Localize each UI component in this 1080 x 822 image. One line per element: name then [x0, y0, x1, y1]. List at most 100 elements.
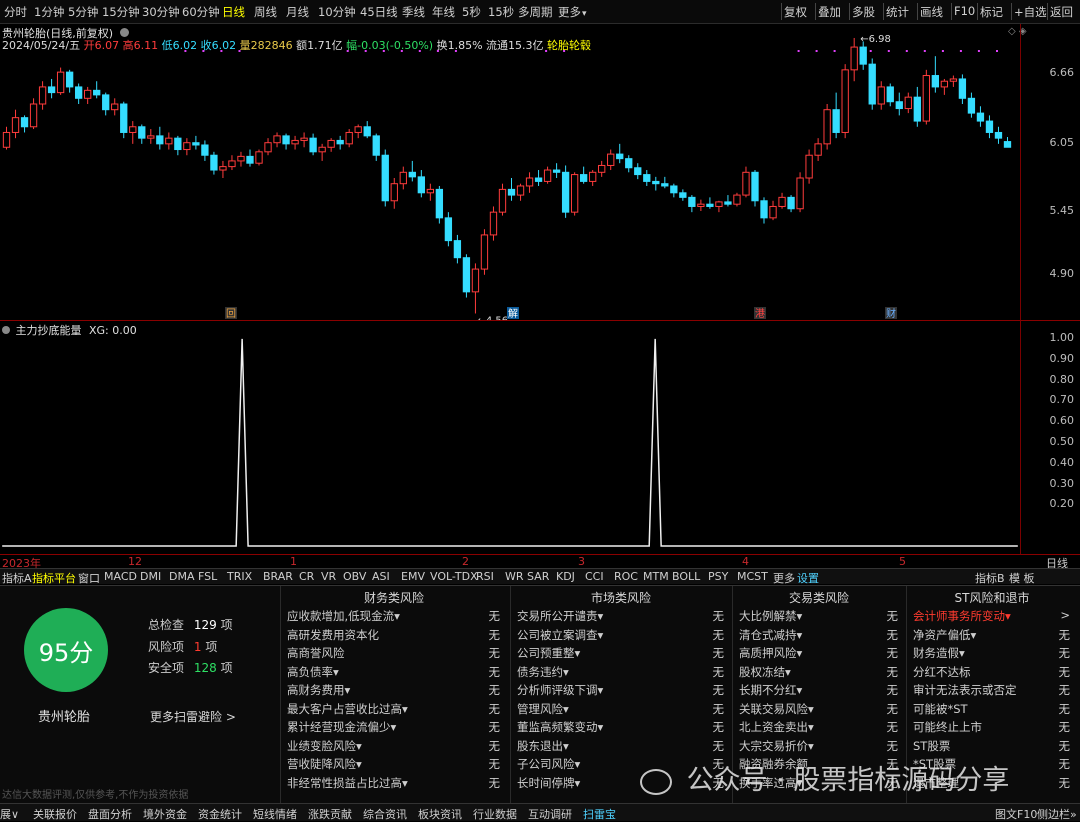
scan-item[interactable]: 公司预重整▾ [517, 645, 580, 661]
scan-item[interactable]: 清仓式减持▾ [739, 627, 802, 643]
bottom-tab-7[interactable]: 综合资讯 [363, 806, 407, 822]
indicator-tab-rsi[interactable]: RSI [476, 570, 494, 583]
bottom-tab-0[interactable]: 展∨ [0, 806, 19, 822]
period-10[interactable]: 45日线 [360, 4, 398, 20]
bottom-tab-10[interactable]: 互动调研 [528, 806, 572, 822]
period-4[interactable]: 30分钟 [142, 4, 180, 20]
indicator-tab-right-1[interactable]: 模 板 [1009, 570, 1035, 586]
indicator-tab-kdj[interactable]: KDJ [556, 570, 575, 583]
scan-item[interactable]: 高商誉风险 [287, 645, 345, 661]
scan-item[interactable]: 高财务费用▾ [287, 682, 350, 698]
indicator-tab-设置[interactable]: 设置 [797, 570, 819, 586]
bottom-tab-5[interactable]: 短线情绪 [253, 806, 297, 822]
toolbar-button-6[interactable]: 标记 [980, 4, 1003, 20]
scan-item[interactable]: 股东退出▾ [517, 738, 569, 754]
indicator-tab-psy[interactable]: PSY [708, 570, 728, 583]
scan-item[interactable]: 可能终止上市 [913, 719, 982, 735]
indicator-tab-指标平台[interactable]: 指标平台 [32, 570, 76, 586]
scan-item[interactable]: 债务违约▾ [517, 664, 569, 680]
scan-item[interactable]: 可能被*ST [913, 701, 968, 717]
scan-item[interactable]: 公司被立案调查▾ [517, 627, 603, 643]
scan-item[interactable]: 大宗交易折价▾ [739, 738, 814, 754]
period-8[interactable]: 月线 [286, 4, 309, 20]
toolbar-button-3[interactable]: 统计 [886, 4, 909, 20]
indicator-tab-obv[interactable]: OBV [343, 570, 366, 583]
period-13[interactable]: 5秒 [462, 4, 481, 20]
scan-item[interactable]: ST股票 [913, 738, 950, 754]
scan-item[interactable]: 最大客户占营收比过高▾ [287, 701, 408, 717]
bottom-tab-11[interactable]: 扫雷宝 [583, 806, 616, 822]
scan-item[interactable]: 财务造假▾ [913, 645, 965, 661]
scan-item[interactable]: 高负债率▾ [287, 664, 339, 680]
bottom-tab-6[interactable]: 涨跌贡献 [308, 806, 352, 822]
period-9[interactable]: 10分钟 [318, 4, 356, 20]
scan-item[interactable]: 董监高频繁变动▾ [517, 719, 603, 735]
bottom-right-tab-0[interactable]: 图文F10 [995, 806, 1037, 822]
scan-item[interactable]: 交易所公开谴责▾ [517, 608, 603, 624]
scan-item[interactable]: 营收陡降风险▾ [287, 756, 362, 772]
indicator-tab-right-0[interactable]: 指标B [975, 570, 1005, 586]
event-marker[interactable]: 解 [508, 307, 518, 320]
indicator-tab-macd[interactable]: MACD [104, 570, 137, 583]
scan-item[interactable]: 非经常性损益占比过高▾ [287, 775, 408, 791]
indicator-tab-dma[interactable]: DMA [169, 570, 195, 583]
scan-item[interactable]: 大比例解禁▾ [739, 608, 802, 624]
indicator-tab-更多[interactable]: 更多 [773, 570, 795, 586]
indicator-tab-mcst[interactable]: MCST [737, 570, 768, 583]
indicator-tab-vr[interactable]: VR [321, 570, 336, 583]
scan-item[interactable]: 高质押风险▾ [739, 645, 802, 661]
scan-item[interactable]: 累计经营现金流偏少▾ [287, 719, 396, 735]
period-7[interactable]: 周线 [254, 4, 277, 20]
period-2[interactable]: 5分钟 [68, 4, 98, 20]
period-0[interactable]: 分时 [4, 4, 27, 20]
scan-item[interactable]: 管理风险▾ [517, 701, 569, 717]
period-14[interactable]: 15秒 [488, 4, 514, 20]
bottom-tab-8[interactable]: 板块资讯 [418, 806, 462, 822]
bottom-right-tab-1[interactable]: 侧边栏» [1037, 806, 1077, 822]
scan-item[interactable]: 业绩变脸风险▾ [287, 738, 362, 754]
indicator-tab-boll[interactable]: BOLL [672, 570, 700, 583]
indicator-tab-窗口[interactable]: 窗口 [78, 570, 100, 586]
period-6[interactable]: 日线 [222, 4, 245, 20]
indicator-tab-mtm[interactable]: MTM [643, 570, 669, 583]
event-marker[interactable]: 港 [755, 308, 765, 320]
toolbar-button-5[interactable]: F10 [954, 4, 975, 18]
scan-item[interactable]: 长时间停牌▾ [517, 775, 580, 791]
indicator-tab-cci[interactable]: CCI [585, 570, 604, 583]
indicator-tab-sar[interactable]: SAR [527, 570, 549, 583]
indicator-settings-icon[interactable] [2, 326, 10, 334]
indicator-tab-指标a[interactable]: 指标A [2, 570, 32, 586]
toolbar-button-2[interactable]: 多股 [852, 4, 875, 20]
indicator-tab-roc[interactable]: ROC [614, 570, 638, 583]
indicator-tab-trix[interactable]: TRIX [227, 570, 252, 583]
period-15[interactable]: 多周期 [518, 4, 553, 20]
toolbar-button-8[interactable]: 返回 [1050, 4, 1073, 20]
indicator-tab-wr[interactable]: WR [505, 570, 524, 583]
toolbar-button-1[interactable]: 叠加 [818, 4, 841, 20]
period-12[interactable]: 年线 [432, 4, 455, 20]
bottom-tab-3[interactable]: 境外资金 [143, 806, 187, 822]
scan-item[interactable]: 股权冻结▾ [739, 664, 791, 680]
scan-item[interactable]: 应收款增加,低现金流▾ [287, 608, 400, 624]
toolbar-button-0[interactable]: 复权 [784, 4, 807, 20]
period-1[interactable]: 1分钟 [34, 4, 64, 20]
period-5[interactable]: 60分钟 [182, 4, 220, 20]
more-scan-link[interactable]: 更多扫雷避险 > [150, 708, 236, 725]
bottom-tab-9[interactable]: 行业数据 [473, 806, 517, 822]
scan-item[interactable]: 分析师评级下调▾ [517, 682, 603, 698]
indicator-tab-fsl[interactable]: FSL [198, 570, 217, 583]
bottom-tab-4[interactable]: 资金统计 [198, 806, 242, 822]
scan-item[interactable]: 高研发费用资本化 [287, 627, 379, 643]
event-marker[interactable]: 回 [226, 308, 236, 320]
indicator-tab-cr[interactable]: CR [299, 570, 314, 583]
indicator-tab-vol-tdx[interactable]: VOL-TDX [430, 570, 478, 583]
scan-item[interactable]: 子公司风险▾ [517, 756, 580, 772]
bottom-tab-2[interactable]: 盘面分析 [88, 806, 132, 822]
scan-item[interactable]: 关联交易风险▾ [739, 701, 814, 717]
period-11[interactable]: 季线 [402, 4, 425, 20]
toolbar-button-4[interactable]: 画线 [920, 4, 943, 20]
scan-item[interactable]: 分红不达标 [913, 664, 971, 680]
period-16[interactable]: 更多 [558, 4, 587, 20]
indicator-chart[interactable] [0, 320, 1020, 554]
period-3[interactable]: 15分钟 [102, 4, 140, 20]
